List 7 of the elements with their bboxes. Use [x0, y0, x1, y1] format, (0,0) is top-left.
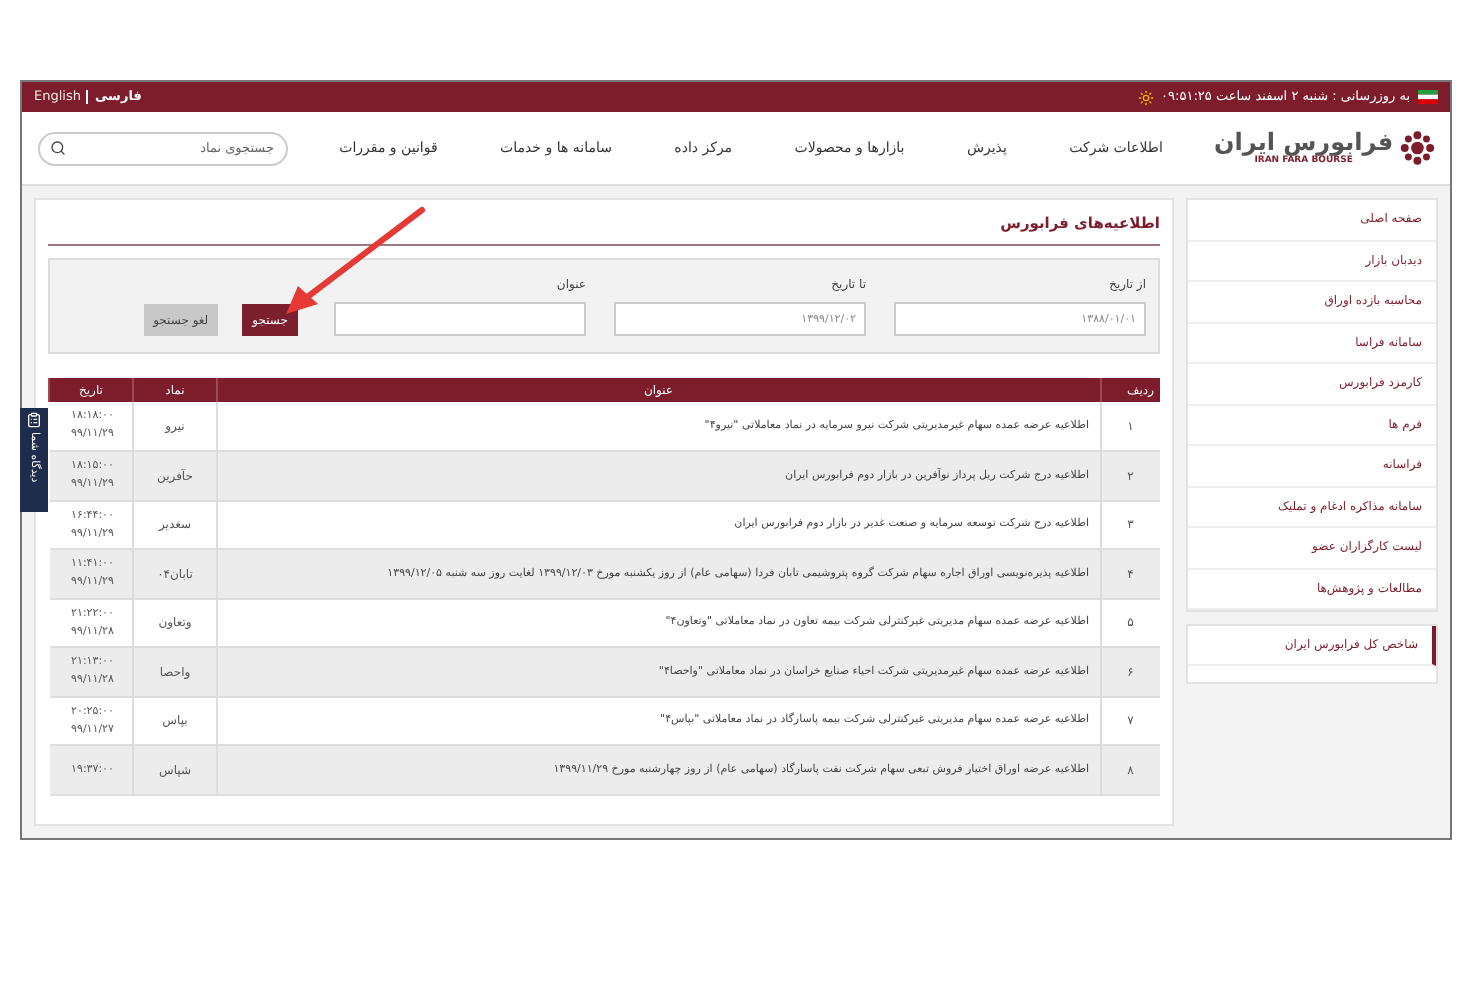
- logo-emblem-icon: [1399, 126, 1434, 170]
- search-icon: [50, 140, 66, 156]
- flag-icon: [1418, 90, 1438, 104]
- filter-field[interactable]: [334, 302, 586, 337]
- logo-text: فرابورس ایران: [1214, 127, 1394, 156]
- sun-icon: [1137, 89, 1154, 105]
- clipboard-icon: [26, 412, 42, 428]
